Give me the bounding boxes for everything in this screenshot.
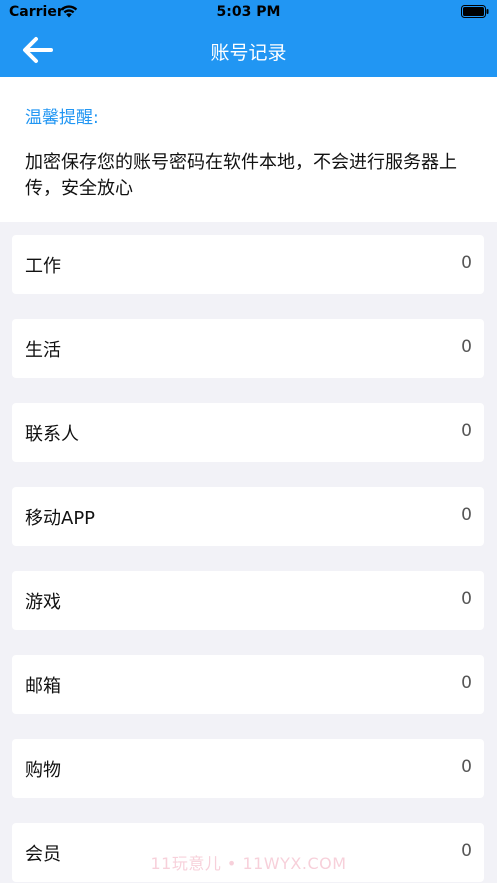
category-label: 游戏 [25, 592, 61, 613]
screen: Carrier 5:03 PM 账号记录 温馨提醒: 加密保存您的账号密码在软件… [0, 0, 497, 883]
category-label: 生活 [25, 340, 61, 361]
category-count: 0 [461, 337, 472, 357]
category-label: 邮箱 [25, 676, 61, 697]
watermark: 11玩意儿 • 11WYX.COM [150, 854, 347, 873]
category-count: 0 [461, 757, 472, 777]
category-item-games[interactable]: 游戏 0 [12, 571, 484, 630]
category-item-email[interactable]: 邮箱 0 [12, 655, 484, 714]
notice-text: 加密保存您的账号密码在软件本地，不会进行服务器上传，安全放心 [25, 152, 457, 199]
category-label: 联系人 [25, 424, 79, 445]
category-label: 工作 [25, 256, 61, 277]
category-count: 0 [461, 505, 472, 525]
status-bar: Carrier 5:03 PM [0, 0, 497, 26]
app-header: Carrier 5:03 PM 账号记录 [0, 0, 497, 77]
category-item-contacts[interactable]: 联系人 0 [12, 403, 484, 462]
category-item-mobile-app[interactable]: 移动APP 0 [12, 487, 484, 546]
nav-bar: 账号记录 [0, 26, 497, 77]
category-item-life[interactable]: 生活 0 [12, 319, 484, 378]
category-count: 0 [461, 421, 472, 441]
category-item-shopping[interactable]: 购物 0 [12, 739, 484, 798]
category-label: 移动APP [25, 508, 96, 529]
category-count: 0 [461, 673, 472, 693]
notice-panel: 温馨提醒: 加密保存您的账号密码在软件本地，不会进行服务器上传，安全放心 [0, 77, 497, 222]
category-count: 0 [461, 589, 472, 609]
category-count: 0 [461, 253, 472, 273]
status-time: 5:03 PM [216, 4, 281, 20]
category-item-work[interactable]: 工作 0 [12, 235, 484, 294]
notice-title: 温馨提醒: [25, 108, 99, 128]
category-label: 购物 [25, 760, 61, 781]
page-title: 账号记录 [210, 42, 287, 64]
battery-icon [461, 5, 489, 18]
